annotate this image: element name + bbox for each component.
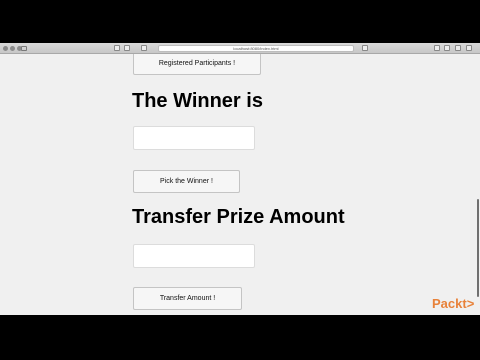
- transfer-amount-input[interactable]: [133, 244, 255, 268]
- back-icon[interactable]: [114, 45, 120, 51]
- pick-winner-button[interactable]: Pick the Winner !: [133, 170, 240, 193]
- minimize-window-icon[interactable]: [10, 46, 15, 51]
- share-icon[interactable]: [362, 45, 368, 51]
- address-bar[interactable]: localhost:8080/index.html: [158, 45, 354, 52]
- sidebar-toggle-icon[interactable]: [21, 46, 27, 51]
- video-letterbox-bottom: [0, 315, 480, 360]
- tabs-icon[interactable]: [444, 45, 450, 51]
- transfer-heading: Transfer Prize Amount: [132, 206, 345, 228]
- window-controls: [3, 46, 22, 51]
- new-tab-icon[interactable]: [455, 45, 461, 51]
- menu-icon[interactable]: [466, 45, 472, 51]
- forward-icon[interactable]: [124, 45, 130, 51]
- browser-toolbar: localhost:8080/index.html: [0, 43, 480, 54]
- extension-icon[interactable]: [434, 45, 440, 51]
- video-letterbox-top: [0, 0, 480, 43]
- transfer-amount-button[interactable]: Transfer Amount !: [133, 287, 242, 310]
- page-viewport: Registered Participants ! The Winner is …: [0, 54, 480, 315]
- winner-output-field[interactable]: [133, 126, 255, 150]
- registered-participants-button[interactable]: Registered Participants !: [133, 54, 261, 75]
- shield-icon[interactable]: [141, 45, 147, 51]
- page-scrollbar[interactable]: [477, 199, 479, 297]
- packt-logo: Packt>: [432, 296, 475, 311]
- close-window-icon[interactable]: [3, 46, 8, 51]
- winner-heading: The Winner is: [132, 90, 263, 112]
